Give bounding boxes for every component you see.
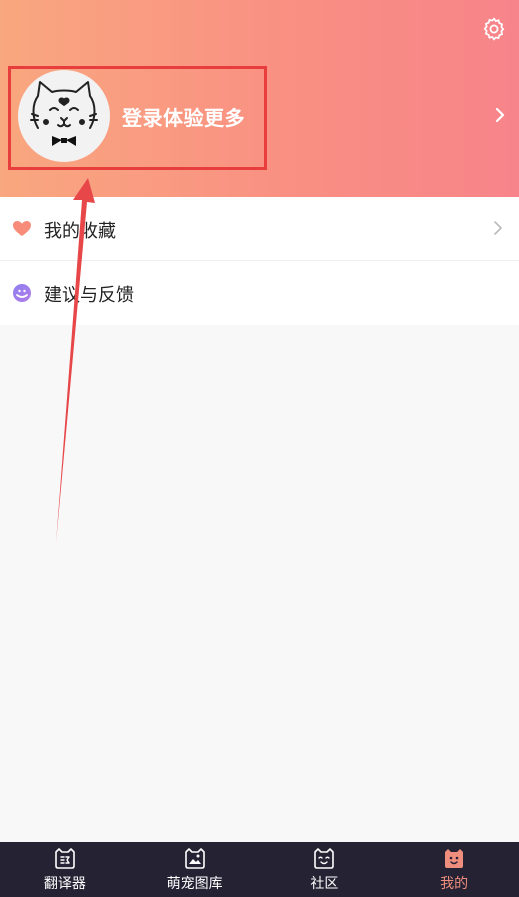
gear-icon[interactable]: [481, 16, 507, 42]
feedback-icon: [13, 284, 31, 302]
tab-label: 萌宠图库: [166, 876, 223, 892]
menu-item-label: 建议与反馈: [44, 285, 134, 306]
tab-translator[interactable]: 翻译器: [0, 842, 130, 897]
menu-list: 我的收藏 建议与反馈: [0, 197, 519, 325]
gallery-icon: [184, 848, 205, 869]
chevron-right-icon[interactable]: [493, 106, 507, 124]
tab-gallery[interactable]: 萌宠图库: [130, 842, 260, 897]
menu-item-feedback[interactable]: 建议与反馈: [0, 261, 519, 325]
heart-icon: [13, 221, 31, 236]
profile-header: 登录体验更多: [0, 0, 519, 197]
menu-item-label: 我的收藏: [44, 221, 116, 242]
login-prompt[interactable]: 登录体验更多: [122, 102, 245, 131]
bottom-tab-bar: 翻译器 萌宠图库 社区 我的: [0, 842, 519, 897]
menu-item-favorites[interactable]: 我的收藏: [0, 197, 519, 261]
translate-icon: [55, 848, 75, 869]
tab-label: 我的: [440, 876, 469, 892]
tab-label: 翻译器: [43, 876, 86, 892]
login-row[interactable]: 登录体验更多: [0, 70, 519, 164]
me-cat-icon: [445, 849, 464, 868]
tab-label: 社区: [310, 876, 339, 892]
tab-me[interactable]: 我的: [389, 842, 519, 897]
chevron-right-icon: [494, 221, 502, 235]
cat-avatar-icon[interactable]: [18, 70, 110, 162]
tab-community[interactable]: 社区: [260, 842, 390, 897]
community-cat-icon: [314, 848, 335, 869]
